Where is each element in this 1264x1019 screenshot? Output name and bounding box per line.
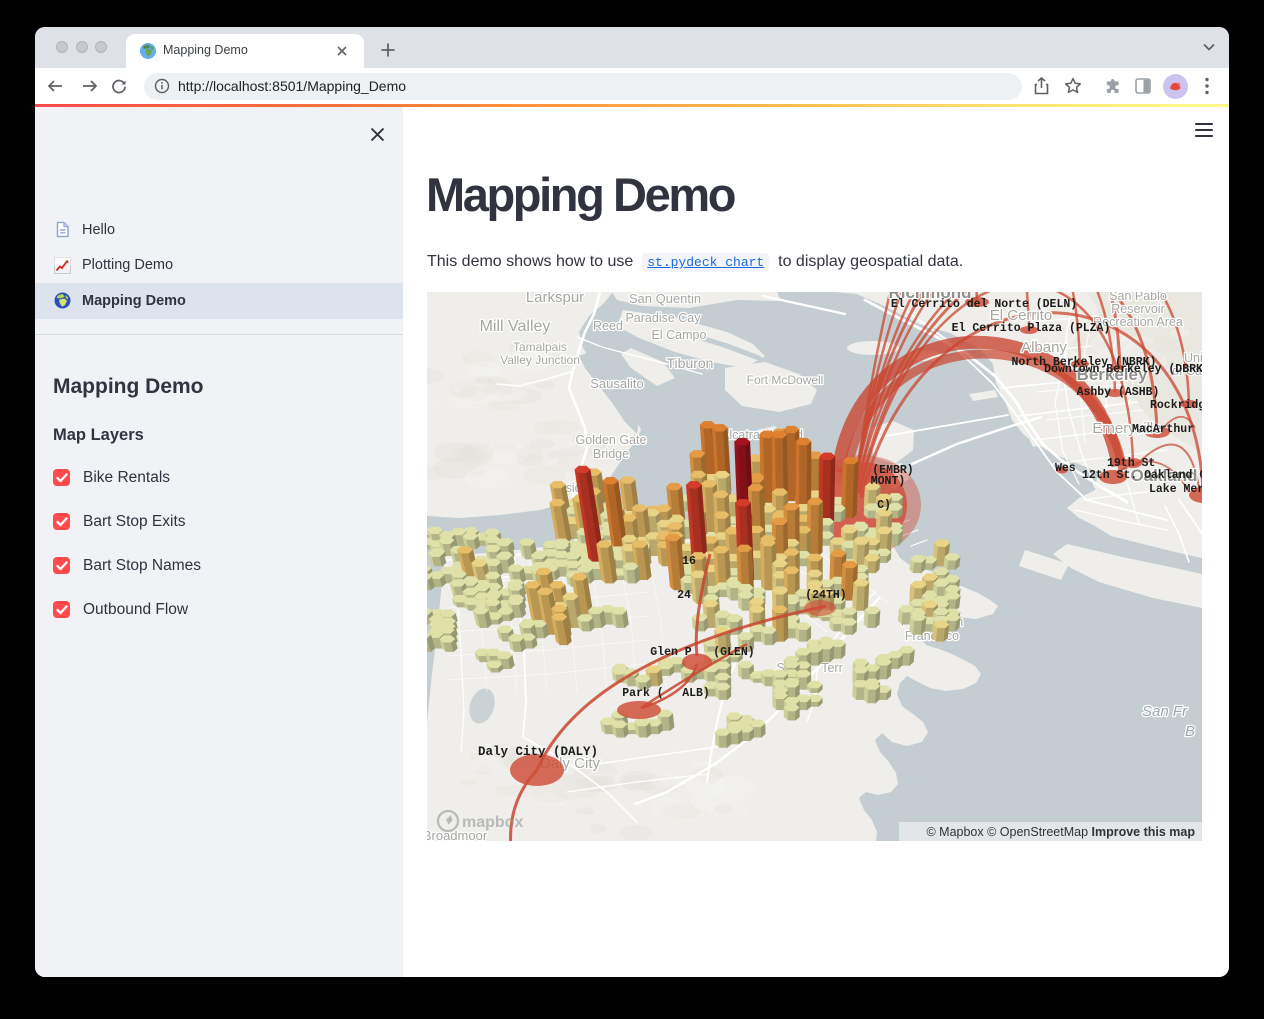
svg-text:San Quentin: San Quentin: [629, 292, 701, 306]
svg-text:Golden Gate: Golden Gate: [576, 433, 647, 447]
svg-text:Mill Valley: Mill Valley: [480, 318, 551, 335]
svg-text:Daly City (DALY): Daly City (DALY): [478, 745, 598, 759]
svg-text:Reed: Reed: [593, 319, 623, 333]
svg-text:Glen P: Glen P: [650, 646, 692, 659]
svg-text:C): C): [877, 499, 891, 512]
svg-text:(24TH): (24TH): [805, 589, 846, 602]
svg-text:Paradise Cay: Paradise Cay: [625, 311, 701, 325]
svg-text:Sausalito: Sausalito: [590, 376, 643, 391]
svg-text:Valley Junction: Valley Junction: [500, 353, 580, 367]
svg-text:San Fr: San Fr: [1142, 703, 1188, 720]
svg-text:Lake Merr: Lake Merr: [1149, 483, 1202, 496]
svg-text:Ashby (ASHB): Ashby (ASHB): [1077, 386, 1160, 399]
svg-text:Rockridge (R: Rockridge (R: [1150, 399, 1202, 412]
svg-text:24: 24: [677, 589, 691, 602]
svg-text:© Mapbox © OpenStreetMap Impro: © Mapbox © OpenStreetMap Improve this ma…: [926, 825, 1195, 839]
svg-text:Reservoir: Reservoir: [1111, 302, 1165, 316]
svg-text:Albany: Albany: [1021, 339, 1067, 356]
svg-text:ALB): ALB): [682, 687, 710, 700]
svg-text:Wes: Wes: [1055, 462, 1076, 475]
svg-text:El Campo: El Campo: [652, 328, 707, 342]
svg-text:Bridge: Bridge: [593, 447, 629, 461]
svg-text:12th St. Oakland Cit: 12th St. Oakland Cit: [1082, 469, 1202, 482]
svg-text:El Cerrito Plaza (PLZA): El Cerrito Plaza (PLZA): [952, 322, 1111, 335]
svg-text:Park (: Park (: [622, 687, 663, 700]
svg-text:Tiburon: Tiburon: [667, 355, 714, 371]
svg-text:Tamalpais: Tamalpais: [513, 340, 567, 354]
svg-text:Fort McDowell: Fort McDowell: [747, 373, 824, 387]
svg-text:Downtown Berkeley (DBRK): Downtown Berkeley (DBRK): [1044, 363, 1202, 376]
svg-text:16: 16: [682, 555, 696, 568]
svg-text:B: B: [1185, 723, 1195, 740]
svg-text:mapbox: mapbox: [462, 814, 523, 831]
svg-text:MONT): MONT): [871, 475, 906, 488]
svg-text:Terr: Terr: [821, 661, 843, 675]
svg-text:MacArthur (MCAR: MacArthur (MCAR: [1132, 423, 1202, 436]
svg-text:Larkspur: Larkspur: [526, 292, 584, 306]
svg-text:(GLEN): (GLEN): [713, 646, 754, 659]
svg-text:El Cerrito del Norte (DELN): El Cerrito del Norte (DELN): [891, 298, 1077, 311]
